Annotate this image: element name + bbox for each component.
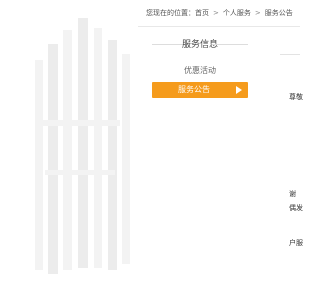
breadcrumb-item-home[interactable]: 首页 [195, 9, 209, 18]
background-building-graphic [0, 0, 150, 300]
breadcrumb-separator: > [254, 9, 261, 17]
breadcrumb-prefix: 您现在的位置： [146, 9, 195, 17]
breadcrumb-bar: 您现在的位置：首页 > 个人服务 > 服务公告 [138, 0, 300, 27]
sidebar-item-promotions[interactable]: 优惠活动 [152, 66, 248, 76]
breadcrumb-item-service-announcement[interactable]: 服务公告 [265, 9, 293, 18]
content-text-fragment: 偶发 [289, 204, 303, 212]
sidebar-title: 服务信息 [181, 40, 218, 50]
sidebar-item-label: 服务公告 [178, 85, 210, 94]
sidebar-item-service-announcement[interactable]: 服务公告 [152, 82, 248, 98]
content-text-fragment: 尊敬 [289, 93, 303, 101]
content-text-fragment: 谢 [289, 190, 296, 198]
sidebar-title-line-right [212, 44, 248, 45]
breadcrumb: 您现在的位置：首页 > 个人服务 > 服务公告 [146, 9, 293, 18]
sidebar-header: 服务信息 [152, 38, 248, 52]
breadcrumb-separator: > [213, 9, 219, 17]
content-text-fragment: 户服 [289, 239, 303, 247]
breadcrumb-item-personal-services[interactable]: 个人服务 [223, 9, 251, 18]
arrow-right-icon [236, 86, 242, 94]
content-divider [280, 54, 300, 55]
